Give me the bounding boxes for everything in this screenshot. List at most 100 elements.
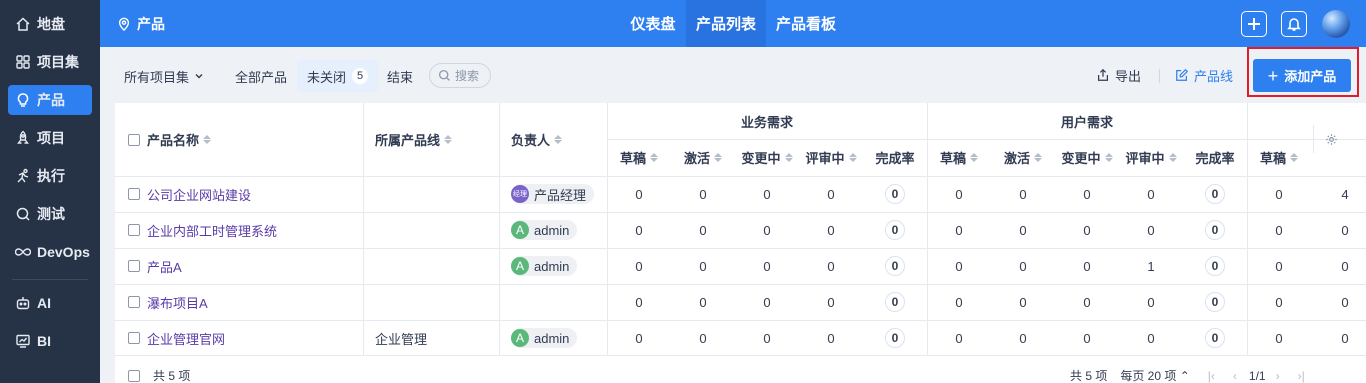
extra-count: 0 xyxy=(1341,330,1349,346)
tab-product-list[interactable]: 产品列表 xyxy=(686,0,766,47)
search-input[interactable]: 搜索 xyxy=(429,63,491,88)
sort-icon[interactable] xyxy=(970,153,978,162)
col-header-line[interactable]: 所属产品线 xyxy=(375,103,453,176)
filter-unclosed[interactable]: 未关闭 5 xyxy=(297,60,379,92)
sidebar-item-product[interactable]: 产品 xyxy=(8,85,92,115)
col-header-biz-1[interactable]: 激活 xyxy=(671,139,735,176)
sort-icon[interactable] xyxy=(714,153,722,162)
select-all-checkbox[interactable] xyxy=(128,369,140,382)
page-size-select[interactable]: 每页 20 项 ⌃ xyxy=(1120,367,1189,383)
col-header-biz-2[interactable]: 变更中 xyxy=(735,139,799,176)
row-checkbox[interactable] xyxy=(128,260,140,272)
product-name-link[interactable]: 公司企业网站建设 xyxy=(147,185,251,204)
sort-icon[interactable] xyxy=(650,153,658,162)
product-name-link[interactable]: 产品A xyxy=(147,257,182,276)
completion-ring: 0 xyxy=(885,292,905,312)
biz-completion: 0 xyxy=(863,284,927,320)
sort-icon[interactable] xyxy=(203,135,212,144)
sidebar-item-bi[interactable]: BI xyxy=(8,326,92,356)
settings-gear-icon[interactable] xyxy=(1325,133,1338,146)
biz-count: 0 xyxy=(763,330,771,346)
biz-count: 0 xyxy=(763,186,771,202)
sort-icon[interactable] xyxy=(848,153,857,162)
product-line-button[interactable]: 产品线 xyxy=(1175,61,1233,89)
cell-text: admin xyxy=(534,258,570,274)
sort-icon[interactable] xyxy=(1290,153,1298,162)
completion-ring: 0 xyxy=(1205,220,1225,240)
user-count: 0 xyxy=(1147,330,1155,346)
sidebar-item-project[interactable]: 项目 xyxy=(8,123,92,153)
col-header-biz-3[interactable]: 评审中 xyxy=(799,139,863,176)
last-page-icon[interactable]: ›| xyxy=(1298,369,1305,383)
filter-ended[interactable]: 结束 xyxy=(387,60,413,92)
sidebar-item-label: BI xyxy=(37,333,51,349)
filter-all-products[interactable]: 全部产品 xyxy=(235,60,287,92)
sort-icon[interactable] xyxy=(444,135,453,144)
biz-count: 0 xyxy=(827,222,835,238)
biz-count: 0 xyxy=(635,330,643,346)
tab-product-board[interactable]: 产品看板 xyxy=(766,0,846,47)
sort-arrow xyxy=(203,140,212,144)
next-page-icon[interactable]: › xyxy=(1276,369,1280,383)
notification-button[interactable] xyxy=(1281,11,1307,37)
module-title: 产品 xyxy=(117,0,165,47)
user-count: 0 xyxy=(1083,222,1091,238)
col-header-user-4[interactable]: 完成率 xyxy=(1183,139,1247,176)
product-line-cell: 企业管理 xyxy=(375,331,428,347)
header-checkbox[interactable] xyxy=(128,133,140,146)
sort-icon[interactable] xyxy=(554,135,563,144)
owner-cell: Aadmin xyxy=(511,248,578,284)
sidebar-item-ai[interactable]: AI xyxy=(8,288,92,318)
sidebar-item-test[interactable]: 测试 xyxy=(8,199,92,229)
export-button[interactable]: 导出 xyxy=(1096,61,1141,89)
first-page-icon[interactable]: |‹ xyxy=(1208,369,1215,383)
table-row: 企业管理官网 xyxy=(128,320,225,356)
user-count: 0 xyxy=(1019,222,1027,238)
col-header-biz-4[interactable]: 完成率 xyxy=(863,139,927,176)
prev-page-icon[interactable]: ‹ xyxy=(1233,369,1237,383)
sort-arrow xyxy=(444,140,453,144)
completion-ring: 0 xyxy=(1205,256,1225,276)
row-checkbox[interactable] xyxy=(128,332,140,344)
sidebar-item-execution[interactable]: 执行 xyxy=(8,161,92,191)
add-product-button[interactable]: + 添加产品 xyxy=(1253,59,1351,92)
row-checkbox[interactable] xyxy=(128,224,140,236)
chevron-up-icon: ⌃ xyxy=(1179,369,1190,383)
user-avatar[interactable] xyxy=(1322,10,1350,38)
cell-text: 草稿 xyxy=(619,151,646,166)
sidebar-item-program[interactable]: 项目集 xyxy=(8,47,92,77)
program-select[interactable]: 所有项目集 xyxy=(124,60,204,92)
user-count: 0 xyxy=(1083,258,1091,274)
col-header-owner[interactable]: 负责人 xyxy=(511,103,563,176)
col-header-user-2[interactable]: 变更中 xyxy=(1055,139,1119,176)
col-header-biz-0[interactable]: 草稿 xyxy=(607,139,671,176)
col-header-user-1[interactable]: 激活 xyxy=(991,139,1055,176)
col-header-extra[interactable]: 草稿 xyxy=(1247,139,1311,176)
col-group-business-req: 业务需求 xyxy=(740,114,793,130)
product-name-link[interactable]: 瀑布项目A xyxy=(147,293,208,312)
tab-dashboard[interactable]: 仪表盘 xyxy=(621,0,685,47)
sort-icon[interactable] xyxy=(1104,153,1113,162)
count-badge: 5 xyxy=(352,68,369,84)
col-header-user-0[interactable]: 草稿 xyxy=(927,139,991,176)
row-checkbox[interactable] xyxy=(128,188,140,200)
avatar: A xyxy=(511,329,529,347)
sidebar-item-dashboard[interactable]: 地盘 xyxy=(8,9,92,39)
owner-cell: Aadmin xyxy=(511,212,578,248)
sort-icon[interactable] xyxy=(784,153,793,162)
user-count: 0 xyxy=(1019,186,1027,202)
avatar: A xyxy=(511,221,529,239)
row-checkbox[interactable] xyxy=(128,296,140,308)
search-icon xyxy=(16,207,30,221)
sort-icon[interactable] xyxy=(1034,153,1042,162)
sort-arrow xyxy=(784,158,793,162)
sort-icon[interactable] xyxy=(1168,153,1177,162)
col-header-name[interactable]: 产品名称 xyxy=(128,103,212,176)
product-name-link[interactable]: 企业内部工时管理系统 xyxy=(147,221,277,240)
user-count: 0 xyxy=(955,294,963,310)
product-name-link[interactable]: 企业管理官网 xyxy=(147,329,225,348)
create-button[interactable] xyxy=(1241,11,1267,37)
sidebar-item-devops[interactable]: DevOps xyxy=(8,237,92,267)
col-header-user-3[interactable]: 评审中 xyxy=(1119,139,1183,176)
user-completion: 0 xyxy=(1183,284,1247,320)
